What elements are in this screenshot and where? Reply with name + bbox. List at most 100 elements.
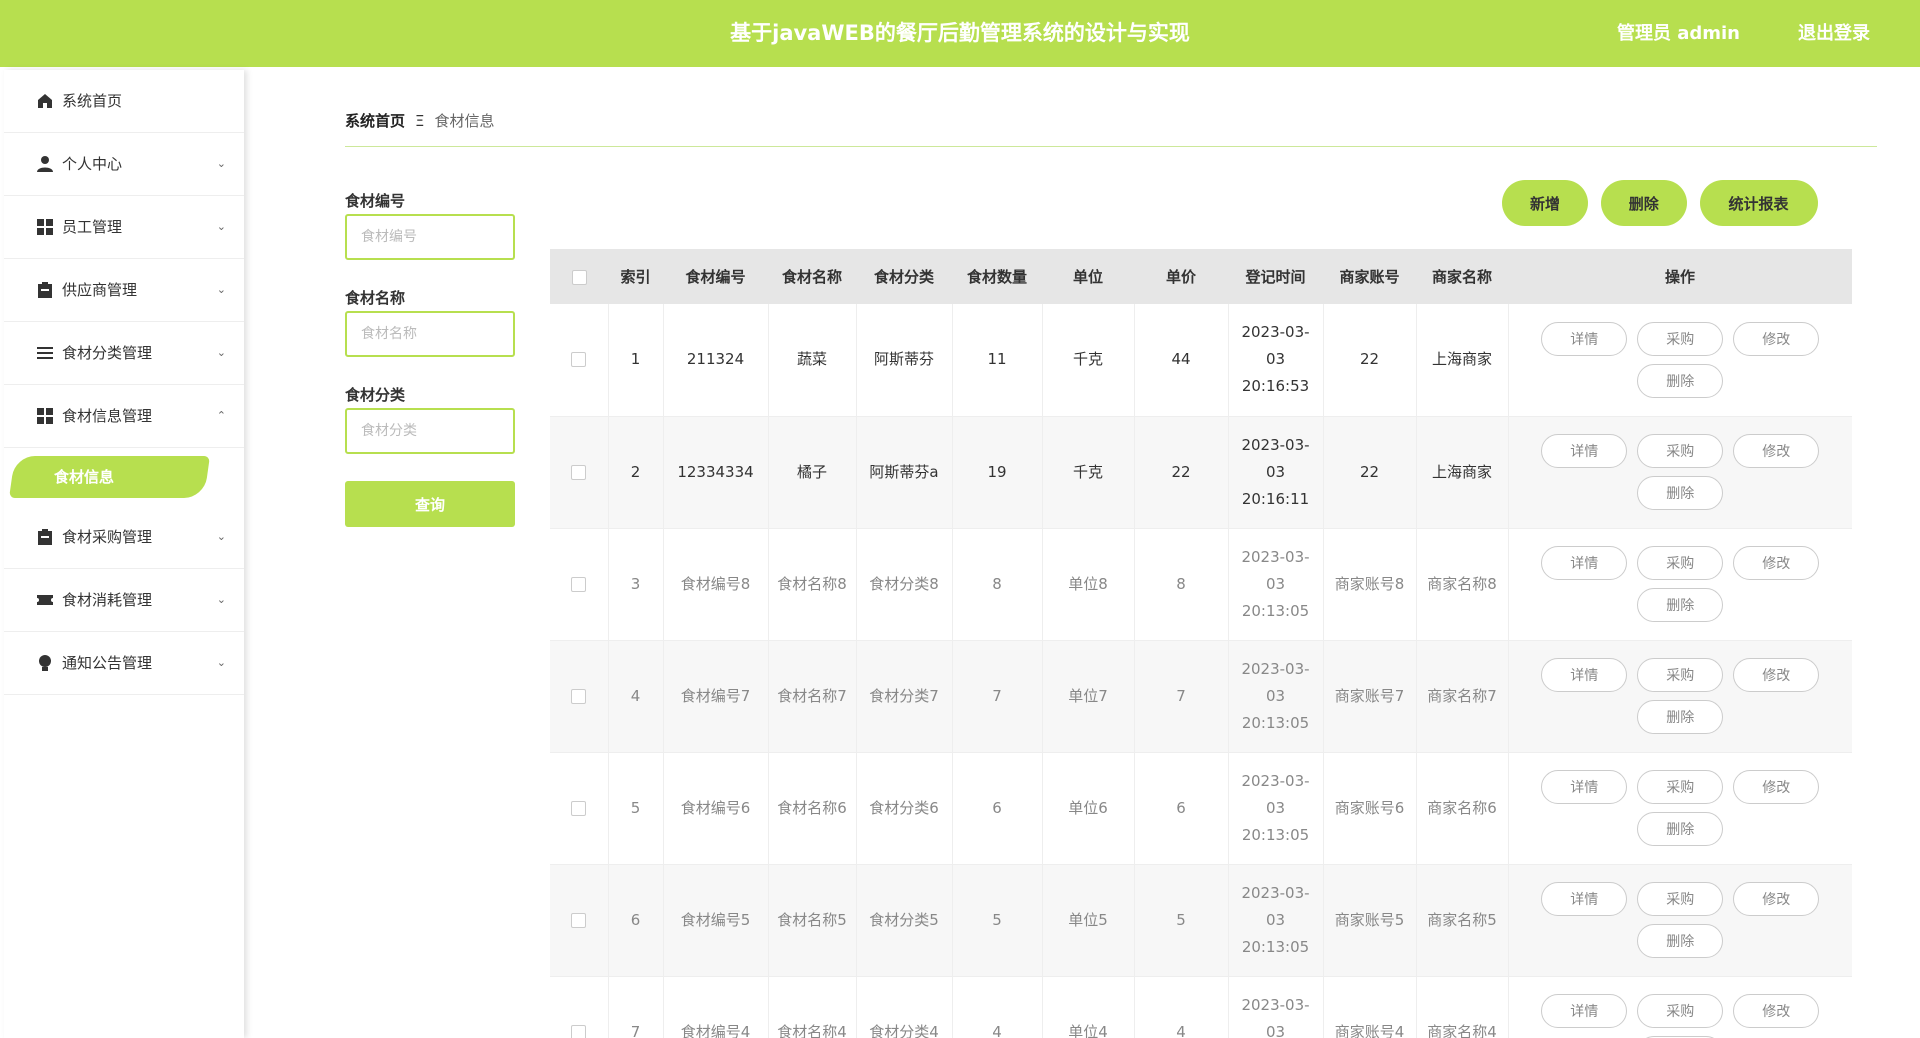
query-button[interactable]: 查询 xyxy=(345,481,515,527)
chevron-down-icon: ⌄ xyxy=(216,346,226,359)
edit-button[interactable]: 修改 xyxy=(1733,658,1820,692)
row-checkbox[interactable] xyxy=(571,800,587,816)
row-checkbox[interactable] xyxy=(571,688,587,704)
row-actions: 详情采购修改删除 xyxy=(1508,640,1852,752)
row-checkbox[interactable] xyxy=(571,1024,587,1038)
category-label: 食材分类 xyxy=(345,386,406,404)
table-cell: 1 xyxy=(608,304,664,416)
delete-button[interactable]: 删除 xyxy=(1600,180,1687,226)
row-actions: 详情采购修改删除 xyxy=(1508,864,1852,976)
table-row: 1 211324 蔬菜 阿斯蒂芬 11 千克 44 2023-03-03 20:16:53 22… xyxy=(550,304,1852,416)
table-cell: 3 xyxy=(608,528,664,640)
sidebar-item-purchase[interactable]: 食材采购管理 ⌄ xyxy=(4,506,244,569)
table-cell: 食材名称6 xyxy=(768,752,857,864)
sidebar-item-ingredient[interactable]: 食材信息管理 ⌃ xyxy=(4,385,244,448)
breadcrumb-home[interactable]: 系统首页 xyxy=(345,112,405,130)
category-input[interactable] xyxy=(345,408,515,454)
table-row: 2 12334334 橘子 阿斯蒂芬a 19 千克 22 2023-03-03 20:16:1… xyxy=(550,416,1852,528)
ticket-icon xyxy=(37,595,53,605)
edit-button[interactable]: 修改 xyxy=(1733,882,1820,916)
purchase-button[interactable]: 采购 xyxy=(1637,546,1724,580)
table-cell: 食材编号8 xyxy=(663,528,769,640)
sidebar-item-supplier[interactable]: 供应商管理 ⌄ xyxy=(4,259,244,322)
purchase-button[interactable]: 采购 xyxy=(1637,321,1724,356)
chevron-down-icon: ⌄ xyxy=(216,656,226,669)
table-cell: 19 xyxy=(952,416,1043,528)
sidebar-item-label: 供应商管理 xyxy=(62,281,138,299)
sidebar-item-home[interactable]: 系统首页 xyxy=(4,70,244,133)
row-delete-button[interactable]: 删除 xyxy=(1637,700,1724,734)
chevron-down-icon: ⌄ xyxy=(216,283,226,296)
sidebar-item-label: 员工管理 xyxy=(62,218,123,236)
detail-button[interactable]: 详情 xyxy=(1541,321,1628,356)
sidebar-item-notice[interactable]: 通知公告管理 ⌄ xyxy=(4,632,244,695)
row-delete-button[interactable]: 删除 xyxy=(1637,588,1724,622)
detail-button[interactable]: 详情 xyxy=(1541,770,1628,804)
purchase-button[interactable]: 采购 xyxy=(1637,770,1724,804)
table-cell: 单位4 xyxy=(1042,976,1135,1038)
table-cell: 单位6 xyxy=(1042,752,1135,864)
column-header: 食材数量 xyxy=(966,268,1027,286)
table-cell: 22 xyxy=(1323,416,1417,528)
table-cell: 商家账号5 xyxy=(1323,864,1417,976)
edit-button[interactable]: 修改 xyxy=(1733,321,1820,356)
grid-icon xyxy=(37,408,53,424)
table-cell: 4 xyxy=(1134,976,1229,1038)
row-checkbox[interactable] xyxy=(571,912,587,928)
chevron-down-icon: ⌄ xyxy=(216,157,226,170)
bulb-icon xyxy=(39,655,51,671)
grid-icon xyxy=(37,219,53,235)
detail-button[interactable]: 详情 xyxy=(1541,882,1628,916)
sidebar-item-label: 食材信息管理 xyxy=(62,407,153,425)
sidebar-item-category[interactable]: 食材分类管理 ⌄ xyxy=(4,322,244,385)
row-delete-button[interactable]: 删除 xyxy=(1637,476,1724,510)
row-delete-button[interactable]: 删除 xyxy=(1637,812,1724,846)
row-delete-button[interactable]: 删除 xyxy=(1637,363,1724,398)
sidebar-item-consumption[interactable]: 食材消耗管理 ⌄ xyxy=(4,569,244,632)
row-delete-button[interactable]: 删除 xyxy=(1637,924,1724,958)
row-checkbox[interactable] xyxy=(571,464,587,480)
logout-link[interactable]: 退出登录 xyxy=(1798,0,1870,67)
purchase-button[interactable]: 采购 xyxy=(1637,658,1724,692)
detail-button[interactable]: 详情 xyxy=(1541,434,1628,468)
table-row: 7食材编号4食材名称4食材分类44单位442023-03-03 20:13:05… xyxy=(550,976,1852,1038)
row-actions: 详情采购修改删除 xyxy=(1508,976,1852,1038)
sidebar-item-label: 个人中心 xyxy=(62,155,123,173)
edit-button[interactable]: 修改 xyxy=(1733,434,1820,468)
edit-button[interactable]: 修改 xyxy=(1733,770,1820,804)
table-cell: 4 xyxy=(952,976,1043,1038)
add-button[interactable]: 新增 xyxy=(1502,180,1588,226)
table-cell: 单位7 xyxy=(1042,640,1135,752)
table-cell: 2023-03-03 20:13:05 xyxy=(1228,528,1324,640)
edit-button[interactable]: 修改 xyxy=(1733,546,1820,580)
purchase-button[interactable]: 采购 xyxy=(1637,434,1724,468)
select-all-checkbox[interactable] xyxy=(571,269,587,285)
code-input[interactable] xyxy=(345,214,515,260)
sidebar-subitem-ingredient-info[interactable]: 食材信息 xyxy=(4,448,244,506)
table-cell: 单位5 xyxy=(1042,864,1135,976)
table-cell: 千克 xyxy=(1042,416,1135,528)
row-checkbox[interactable] xyxy=(571,576,587,592)
report-button[interactable]: 统计报表 xyxy=(1699,180,1818,226)
detail-button[interactable]: 详情 xyxy=(1541,546,1628,580)
detail-button[interactable]: 详情 xyxy=(1541,658,1628,692)
table-cell: 5 xyxy=(952,864,1043,976)
breadcrumb-separator: Ξ xyxy=(415,112,425,130)
table-cell: 22 xyxy=(1323,304,1417,416)
sidebar-item-profile[interactable]: 个人中心 ⌄ xyxy=(4,133,244,196)
purchase-button[interactable]: 采购 xyxy=(1637,882,1724,916)
table-cell: 6 xyxy=(952,752,1043,864)
data-table: 索引 食材编号 食材名称 食材分类 食材数量 单位 单价 登记时间 商家账号 商… xyxy=(550,249,1852,1038)
purchase-button[interactable]: 采购 xyxy=(1637,994,1724,1028)
table-cell: 5 xyxy=(1134,864,1229,976)
table-cell: 5 xyxy=(608,752,664,864)
edit-button[interactable]: 修改 xyxy=(1733,994,1820,1028)
list-icon xyxy=(37,347,53,359)
table-cell: 千克 xyxy=(1042,304,1135,416)
detail-button[interactable]: 详情 xyxy=(1541,994,1628,1028)
table-cell: 8 xyxy=(952,528,1043,640)
name-input[interactable] xyxy=(345,311,515,357)
table-cell: 食材分类7 xyxy=(856,640,953,752)
row-checkbox[interactable] xyxy=(571,352,587,368)
sidebar-item-staff[interactable]: 员工管理 ⌄ xyxy=(4,196,244,259)
